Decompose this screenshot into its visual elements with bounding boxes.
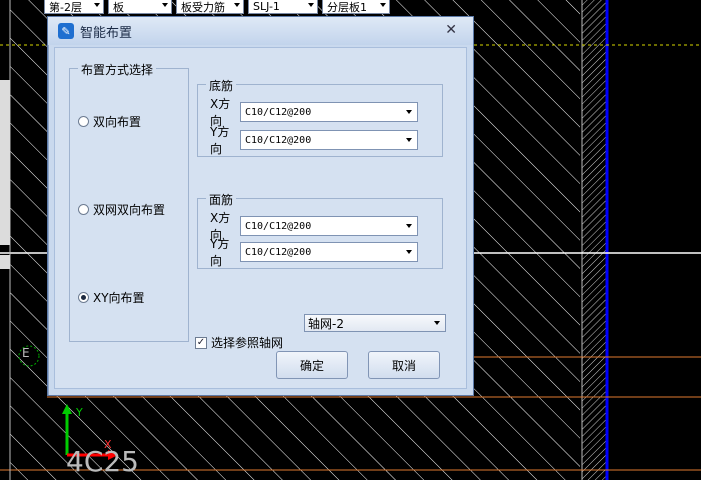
hatched-beam	[582, 0, 606, 480]
component-combo[interactable]: 板	[108, 0, 172, 14]
chevron-down-icon	[380, 3, 386, 7]
bottom-y-combo[interactable]: C10/C12@200	[240, 130, 418, 150]
top-y-combo[interactable]: C10/C12@200	[240, 242, 418, 262]
bottom-rebar-group: 底筋 X方向 C10/C12@200 Y方向 C10/C12@200	[197, 77, 443, 157]
radio-button[interactable]	[78, 204, 89, 215]
bottom-y-label: Y方向	[210, 125, 230, 156]
chevron-down-icon	[162, 3, 168, 7]
close-icon[interactable]: ✕	[445, 23, 457, 37]
cancel-button[interactable]: 取消	[368, 351, 440, 379]
chevron-down-icon	[406, 250, 412, 254]
dialog-body: 布置方式选择 双向布置 双网双向布置 XY向布置 底筋 X方向 C10/C12@…	[54, 47, 467, 389]
smart-layout-dialog: ✎ 智能布置 ✕ 布置方式选择 双向布置 双网双向布置 XY向布置 底筋 X方向…	[47, 16, 474, 396]
dialog-titlebar[interactable]: ✎ 智能布置 ✕	[48, 17, 473, 45]
grid-label: E	[22, 346, 30, 360]
ref-axis-select[interactable]: 轴网-2	[304, 314, 446, 332]
top-x-combo[interactable]: C10/C12@200	[240, 216, 418, 236]
dimension-text: 4C25	[66, 445, 139, 478]
top-y-label: Y方向	[210, 237, 230, 268]
chevron-down-icon	[406, 138, 412, 142]
radio-xy[interactable]: XY向布置	[78, 289, 145, 306]
layout-mode-group: 布置方式选择 双向布置 双网双向布置 XY向布置	[69, 61, 189, 342]
bottom-x-combo[interactable]: C10/C12@200	[240, 102, 418, 122]
ref-axis-checkbox[interactable]: ✓	[195, 336, 207, 349]
spec-combo[interactable]: SLJ-1	[248, 0, 318, 14]
top-toolbar: 第-2层 板 板受力筋 SLJ-1 分层板1	[44, 0, 390, 14]
ok-button[interactable]: 确定	[276, 351, 348, 379]
bottom-rebar-legend: 底筋	[206, 77, 237, 94]
chevron-down-icon	[234, 3, 240, 7]
radio-button-checked[interactable]	[78, 292, 89, 303]
radio-bidirectional[interactable]: 双向布置	[78, 113, 141, 130]
dialog-title: 智能布置	[80, 25, 133, 41]
layer-combo[interactable]: 分层板1	[322, 0, 390, 14]
ref-axis-check-row[interactable]: ✓ 选择参照轴网	[195, 334, 283, 351]
axis-x-label: X	[104, 438, 112, 451]
chevron-down-icon	[308, 3, 314, 7]
chevron-down-icon	[406, 224, 412, 228]
top-rebar-legend: 面筋	[206, 191, 237, 208]
floor-combo[interactable]: 第-2层	[44, 0, 104, 14]
layout-mode-legend: 布置方式选择	[78, 61, 157, 78]
app-icon: ✎	[58, 23, 74, 39]
axis-y-label: Y	[76, 406, 83, 419]
chevron-down-icon	[94, 3, 100, 7]
top-rebar-group: 面筋 X方向 C10/C12@200 Y方向 C10/C12@200	[197, 191, 443, 269]
chevron-down-icon	[434, 321, 440, 325]
rebar-type-combo[interactable]: 板受力筋	[176, 0, 244, 14]
radio-double-net[interactable]: 双网双向布置	[78, 201, 165, 218]
chevron-down-icon	[406, 110, 412, 114]
radio-button[interactable]	[78, 116, 89, 127]
ref-axis-label: 选择参照轴网	[211, 336, 284, 350]
